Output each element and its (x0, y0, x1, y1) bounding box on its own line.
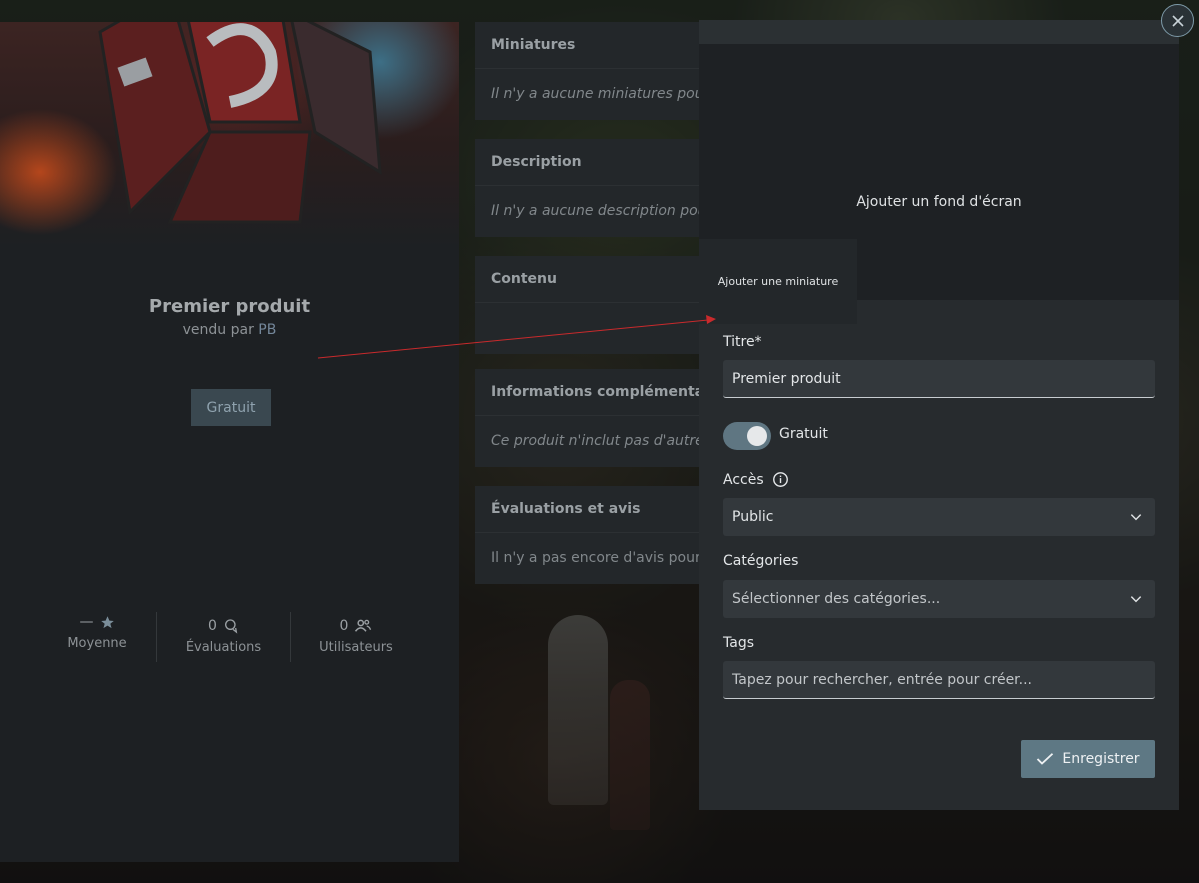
rating-label: Moyenne (67, 636, 127, 651)
tags-placeholder: Tapez pour rechercher, entrée pour créer… (732, 671, 1033, 688)
access-label-text: Accès (723, 471, 764, 488)
save-button[interactable]: Enregistrer (1021, 740, 1155, 778)
access-select-value: Public (732, 509, 774, 525)
product-stats: — Moyenne 0 Évaluations 0 Utilisateurs (38, 612, 428, 662)
section-title: Évaluations et avis (475, 486, 705, 533)
chat-bubbles-icon (224, 619, 238, 634)
section-thumbnails: Miniatures Il n'y a aucune miniatures po… (475, 22, 705, 120)
access-label: Accès (723, 471, 789, 488)
price-button[interactable]: Gratuit (191, 389, 271, 426)
stat-reviews: 0 Évaluations (157, 612, 290, 662)
users-icon (355, 619, 372, 632)
section-body: Il n'y a aucune description pour (491, 203, 705, 219)
section-body (475, 303, 705, 354)
add-thumbnail-label: Ajouter une miniature (717, 275, 839, 288)
access-select[interactable]: Public (723, 498, 1155, 536)
section-title: Miniatures (475, 22, 705, 69)
title-input[interactable]: Premier produit (723, 360, 1155, 398)
stat-rating: — Moyenne (38, 612, 156, 662)
panel-header-strip (699, 20, 1179, 44)
product-cover-image (0, 22, 459, 247)
categories-label-text: Catégories (723, 553, 799, 569)
close-icon (1171, 14, 1184, 27)
seller-link[interactable]: PB (258, 322, 276, 338)
star-icon (100, 615, 114, 628)
categories-select[interactable]: Sélectionner des catégories... (723, 580, 1155, 618)
reviews-value: 0 (208, 618, 217, 634)
users-value: 0 (339, 618, 349, 634)
dice-illustration (98, 22, 382, 224)
check-icon (1037, 753, 1054, 765)
free-toggle[interactable] (723, 422, 771, 450)
free-toggle-label: Gratuit (779, 426, 828, 442)
section-body: Ce produit n'inclut pas d'autre p (491, 433, 705, 449)
tags-label-text: Tags (723, 635, 754, 651)
section-title: Informations complémentaires (475, 369, 705, 416)
section-body: Il n'y a pas encore d'avis pour c (491, 550, 705, 566)
categories-label: Catégories (723, 553, 798, 569)
section-content: Contenu (475, 256, 705, 354)
section-additional-info: Informations complémentaires Ce produit … (475, 369, 705, 467)
save-button-label: Enregistrer (1062, 751, 1140, 767)
section-description: Description Il n'y a aucune description … (475, 139, 705, 237)
product-seller: vendu par PB (0, 322, 459, 338)
tags-input[interactable]: Tapez pour rechercher, entrée pour créer… (723, 661, 1155, 699)
categories-placeholder: Sélectionner des catégories... (732, 591, 941, 607)
chevron-down-icon (1130, 514, 1142, 521)
rating-value: — (79, 614, 94, 630)
title-input-value: Premier produit (732, 370, 841, 387)
tags-label: Tags (723, 635, 754, 651)
title-label: Titre* (723, 334, 762, 350)
section-title: Description (475, 139, 705, 186)
add-background-label: Ajouter un fond d'écran (856, 194, 1022, 210)
toggle-knob (747, 426, 767, 446)
section-title: Contenu (475, 256, 705, 303)
reviews-label: Évaluations (185, 640, 262, 655)
info-icon[interactable] (772, 471, 789, 488)
seller-prefix: vendu par (182, 322, 254, 338)
product-title: Premier produit (148, 296, 311, 317)
section-body: Il n'y a aucune miniatures pour l (491, 86, 705, 102)
section-reviews: Évaluations et avis Il n'y a pas encore … (475, 486, 705, 584)
product-card: Premier produit vendu par PB Gratuit — M… (0, 22, 459, 862)
background-upload-area[interactable]: Ajouter un fond d'écran Ajouter une mini… (699, 44, 1179, 324)
users-label: Utilisateurs (319, 640, 393, 655)
chevron-down-icon (1130, 596, 1142, 603)
title-label-text: Titre* (723, 334, 762, 350)
stat-users: 0 Utilisateurs (291, 612, 421, 662)
close-panel-button[interactable] (1161, 4, 1194, 37)
add-thumbnail-button[interactable]: Ajouter une miniature (699, 239, 857, 324)
edit-product-panel: Ajouter un fond d'écran Ajouter une mini… (699, 20, 1179, 810)
